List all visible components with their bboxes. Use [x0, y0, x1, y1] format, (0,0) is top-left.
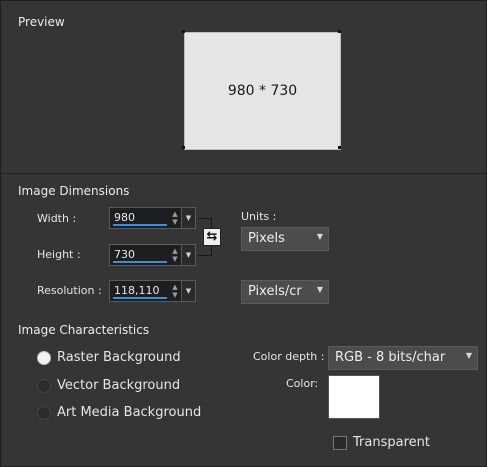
- color-depth-label: Color depth :: [253, 350, 325, 363]
- width-label: Width :: [37, 212, 77, 225]
- resolution-units-value: Pixels/cr: [248, 284, 302, 299]
- art-media-background-label[interactable]: Art Media Background: [57, 405, 201, 420]
- height-focus-line: [113, 261, 167, 263]
- raster-background-radio[interactable]: [37, 351, 51, 365]
- color-depth-dropdown[interactable]: RGB - 8 bits/char ▼: [328, 346, 478, 370]
- resolution-units-dropdown[interactable]: Pixels/cr ▼: [241, 280, 329, 304]
- height-input[interactable]: 730 ▲ ▼ ▼: [109, 244, 196, 266]
- art-media-background-radio[interactable]: [37, 406, 51, 420]
- height-label: Height :: [37, 248, 81, 261]
- color-swatch[interactable]: [328, 375, 380, 419]
- preview-size-text: 980 * 730: [227, 83, 298, 99]
- link-chain-icon[interactable]: ⇆: [203, 228, 221, 246]
- resolution-focus-line: [113, 297, 167, 299]
- spinner-arrows-icon[interactable]: ▲ ▼: [170, 210, 180, 226]
- width-focus-line: [113, 224, 167, 226]
- color-depth-value: RGB - 8 bits/char: [335, 350, 446, 365]
- preview-corner-tl: [182, 30, 185, 33]
- chevron-down-icon: ▼: [465, 351, 472, 360]
- width-value: 980: [114, 211, 135, 224]
- spinner-arrows-icon[interactable]: ▲ ▼: [170, 283, 180, 299]
- preview-corner-br: [338, 146, 341, 149]
- resolution-input[interactable]: 118,110 ▲ ▼ ▼: [109, 280, 196, 302]
- preview-canvas: 980 * 730: [184, 32, 341, 150]
- units-value: Pixels: [248, 231, 285, 246]
- preview-title: Preview: [18, 15, 65, 29]
- preview-corner-bl: [182, 146, 185, 149]
- chevron-down-icon[interactable]: ▼: [181, 245, 195, 265]
- raster-background-label[interactable]: Raster Background: [57, 350, 181, 365]
- characteristics-title: Image Characteristics: [18, 323, 150, 337]
- separator: [1, 173, 486, 174]
- resolution-value: 118,110: [114, 284, 160, 297]
- chevron-down-icon: ▼: [316, 232, 323, 241]
- vector-background-radio[interactable]: [37, 379, 51, 393]
- units-dropdown[interactable]: Pixels ▼: [241, 227, 329, 251]
- units-label: Units :: [241, 210, 277, 223]
- chevron-down-icon: ▼: [316, 285, 323, 294]
- height-value: 730: [114, 248, 135, 261]
- preview-corner-tr: [338, 30, 341, 33]
- color-label: Color:: [286, 377, 319, 390]
- chevron-down-icon[interactable]: ▼: [181, 281, 195, 301]
- spinner-arrows-icon[interactable]: ▲ ▼: [170, 247, 180, 263]
- width-input[interactable]: 980 ▲ ▼ ▼: [109, 207, 196, 229]
- resolution-label: Resolution :: [37, 284, 102, 297]
- transparent-label[interactable]: Transparent: [353, 435, 430, 450]
- vector-background-label[interactable]: Vector Background: [57, 378, 180, 393]
- transparent-checkbox[interactable]: [333, 436, 347, 450]
- dimensions-title: Image Dimensions: [18, 184, 130, 198]
- chevron-down-icon[interactable]: ▼: [181, 208, 195, 228]
